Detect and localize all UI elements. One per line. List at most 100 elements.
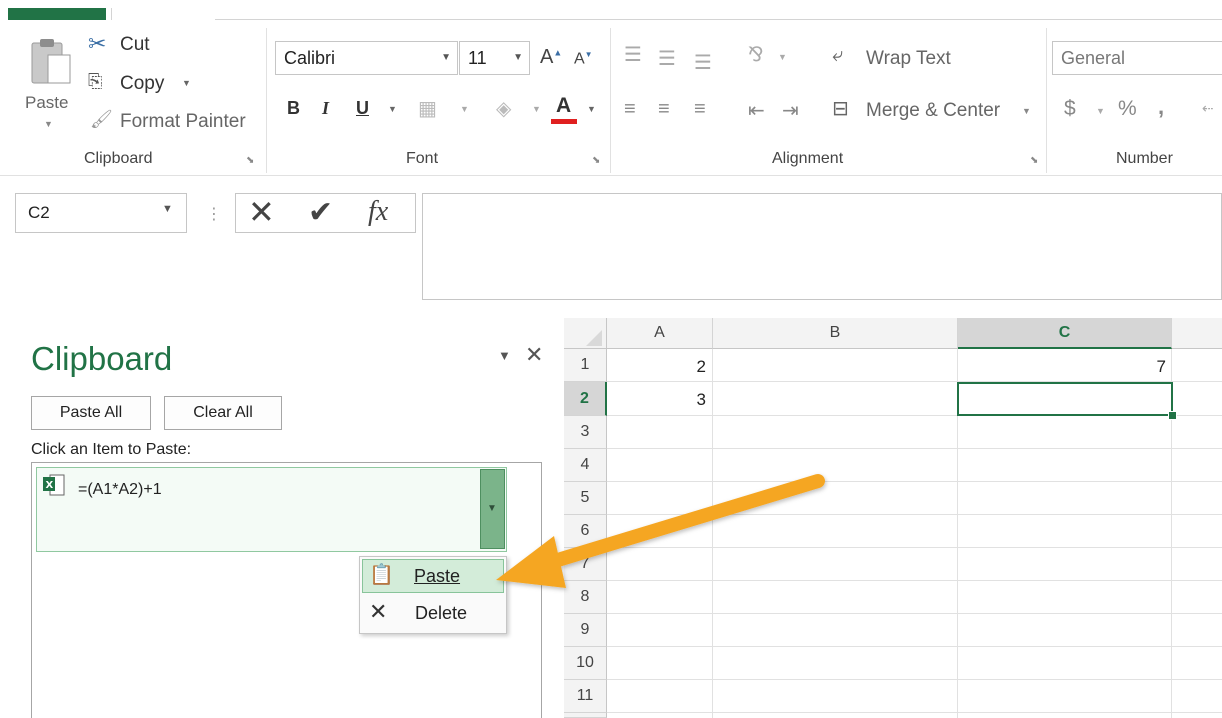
worksheet-grid[interactable] [564, 318, 1222, 718]
wrap-text-label: Wrap Text [866, 48, 951, 69]
clipboard-group-label: Clipboard [84, 150, 153, 167]
paste-button[interactable]: Paste ▼ [22, 33, 80, 138]
chevron-down-icon: ▼ [513, 52, 523, 63]
clear-all-button[interactable]: Clear All [164, 396, 282, 430]
dialog-launcher-icon[interactable]: ⬊ [1030, 155, 1040, 166]
chevron-down-icon[interactable]: ▼ [460, 104, 469, 114]
chevron-down-icon: ▼ [441, 52, 451, 63]
chevron-down-icon[interactable]: ▼ [532, 104, 541, 114]
row-header-8[interactable]: 8 [564, 581, 607, 614]
gridline [712, 349, 713, 718]
cut-button[interactable]: ✂ Cut [88, 31, 168, 59]
number-format-combo[interactable]: General [1052, 41, 1222, 75]
cell-a1[interactable]: 2 [610, 357, 706, 377]
context-menu-paste[interactable]: 📋 Paste [362, 559, 504, 593]
bold-button[interactable]: B [287, 98, 300, 119]
font-size-combo[interactable]: 11 ▼ [459, 41, 530, 75]
clipboard-item-dropdown[interactable]: ▼ [480, 469, 505, 549]
align-right-icon[interactable]: ≡ [694, 98, 706, 121]
alignment-group-label: Alignment [772, 150, 844, 167]
scissors-icon: ✂ [88, 31, 107, 56]
row-header-7[interactable]: 7 [564, 548, 607, 581]
chevron-down-icon[interactable]: ▼ [1096, 106, 1105, 116]
row-header-2[interactable]: 2 [564, 382, 607, 416]
cell-c1[interactable]: 7 [960, 357, 1166, 377]
pane-title: Clipboard [31, 340, 173, 377]
comma-button[interactable]: , [1158, 94, 1164, 120]
merge-center-button[interactable]: ⊟ Merge & Center ▼ [832, 96, 1042, 126]
column-header-b[interactable]: B [713, 318, 958, 349]
currency-button[interactable]: $ [1064, 97, 1076, 121]
row-header-10[interactable]: 10 [564, 647, 607, 680]
formula-bar-grip: ⋮ [206, 206, 222, 223]
formula-input[interactable] [422, 193, 1222, 300]
pane-options-icon[interactable]: ▼ [498, 348, 511, 363]
column-header-a[interactable]: A [607, 318, 713, 349]
close-icon[interactable]: ✕ [525, 342, 543, 368]
font-name-combo[interactable]: Calibri ▼ [275, 41, 458, 75]
context-menu-delete[interactable]: ✕ Delete [362, 597, 504, 631]
context-menu-paste-label: Paste [414, 566, 461, 586]
wrap-text-button[interactable]: ⤶ Wrap Text [832, 44, 992, 74]
align-center-icon[interactable]: ≡ [658, 98, 670, 121]
row-header-4[interactable]: 4 [564, 449, 607, 482]
copy-label: Copy [120, 73, 165, 94]
chevron-down-icon[interactable]: ▼ [162, 203, 173, 215]
gridline [607, 514, 1222, 515]
insert-function-button[interactable]: fx [368, 196, 388, 228]
gridline [607, 613, 1222, 614]
underline-button[interactable]: U [356, 98, 369, 119]
align-left-icon[interactable]: ≡ [624, 98, 636, 121]
format-painter-button[interactable]: 🖌 Format Painter [88, 108, 258, 136]
row-header-1[interactable]: 1 [564, 349, 607, 382]
x-icon: ✕ [369, 599, 388, 624]
row-header-5[interactable]: 5 [564, 482, 607, 515]
font-size-value: 11 [468, 48, 487, 68]
align-bottom-icon[interactable]: ☰ [694, 50, 712, 75]
svg-text:X: X [46, 480, 54, 491]
decrease-indent-icon[interactable]: ⇤ [748, 98, 765, 123]
percent-button[interactable]: % [1118, 97, 1137, 121]
copy-button[interactable]: ⎘ Copy ▼ [88, 70, 198, 98]
dialog-launcher-icon[interactable]: ⬊ [592, 155, 602, 166]
decrease-font-icon[interactable]: A▼ [574, 50, 593, 68]
check-icon[interactable]: ✔ [308, 194, 333, 232]
clipboard-item[interactable] [36, 467, 507, 552]
fill-color-icon[interactable]: ◈ [496, 96, 511, 121]
tab-divider [111, 8, 112, 20]
excel-file-icon: X [43, 474, 65, 496]
pane-hint: Click an Item to Paste: [31, 441, 192, 458]
context-menu-delete-label: Delete [415, 603, 468, 623]
wrap-text-icon: ⤶ [832, 44, 844, 66]
italic-button[interactable]: I [322, 98, 329, 119]
active-cell-c2[interactable] [957, 382, 1173, 416]
paste-all-button[interactable]: Paste All [31, 396, 151, 430]
chevron-down-icon[interactable]: ▼ [778, 52, 787, 62]
increase-indent-icon[interactable]: ⇥ [782, 98, 799, 123]
column-header-d[interactable] [1172, 318, 1222, 349]
x-icon[interactable]: ✕ [248, 194, 275, 230]
select-all-corner[interactable] [564, 318, 607, 349]
align-middle-icon[interactable]: ☰ [658, 46, 676, 71]
align-top-icon[interactable]: ☰ [624, 42, 642, 67]
row-header-6[interactable]: 6 [564, 515, 607, 548]
cell-a2[interactable]: 3 [610, 390, 706, 410]
row-header-3[interactable]: 3 [564, 416, 607, 449]
name-box-value: C2 [28, 203, 50, 222]
chevron-down-icon[interactable]: ▼ [388, 104, 397, 114]
gridline [607, 580, 1222, 581]
fill-handle[interactable] [1168, 411, 1177, 420]
row-header-12[interactable] [564, 713, 607, 718]
chevron-down-icon[interactable]: ▼ [587, 104, 596, 114]
increase-decimal-icon[interactable]: ⇠ [1202, 100, 1214, 117]
column-header-c[interactable]: C [958, 318, 1172, 349]
dialog-launcher-icon[interactable]: ⬊ [246, 155, 256, 166]
row-header-11[interactable]: 11 [564, 680, 607, 713]
row-header-9[interactable]: 9 [564, 614, 607, 647]
orientation-icon[interactable]: ⅋ [748, 42, 764, 67]
font-color-button[interactable]: A [556, 94, 571, 118]
borders-icon[interactable]: ▦ [418, 96, 437, 121]
number-format-value: General [1061, 48, 1126, 68]
home-tab-indicator[interactable] [8, 8, 106, 20]
increase-font-icon[interactable]: A▲ [540, 46, 562, 69]
